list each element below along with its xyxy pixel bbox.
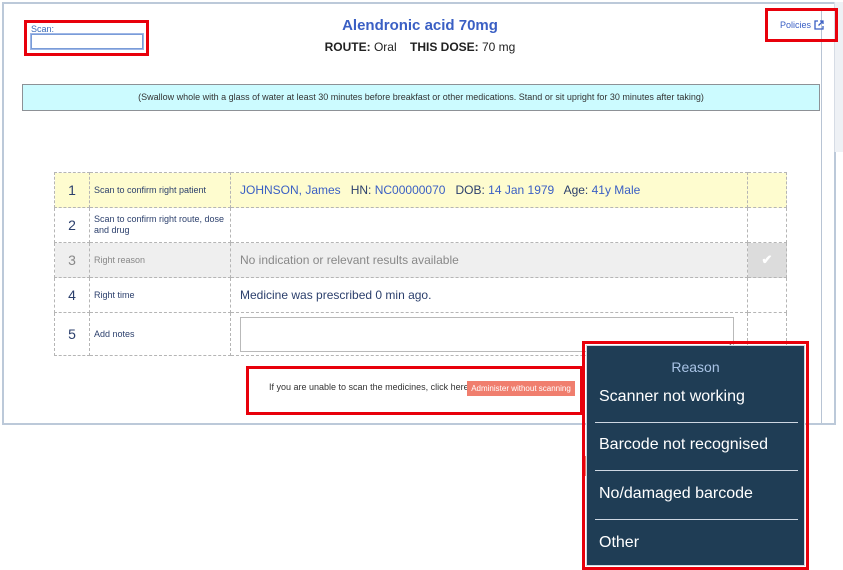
row-number: 2 (54, 207, 90, 243)
row-number: 3 (54, 242, 90, 278)
external-link-icon (814, 20, 824, 32)
row-value: Medicine was prescribed 0 min ago. (230, 277, 748, 313)
reason-option-scanner-not-working[interactable]: Scanner not working (599, 388, 789, 406)
checklist-row-reason: 3 Right reason No indication or relevant… (54, 242, 787, 278)
reason-option-barcode-not-recognised[interactable]: Barcode not recognised (599, 436, 789, 454)
row-check-cell[interactable] (747, 207, 787, 243)
row-label: Scan to confirm right route, dose and dr… (89, 207, 231, 243)
route-value: Oral (373, 40, 397, 54)
popup-divider (595, 470, 798, 471)
patient-details: JOHNSON, James HN: NC00000070 DOB: 14 Ja… (230, 172, 748, 208)
row-label: Add notes (89, 312, 231, 356)
reason-popup-title: Reason (671, 359, 720, 375)
scan-label: Scan: (31, 24, 55, 34)
row-value: No indication or relevant results availa… (230, 242, 748, 278)
dialog-divider (821, 8, 822, 423)
patient-name: JOHNSON, James (240, 183, 341, 197)
checkmark-icon: ✔ (761, 252, 773, 267)
row-check-cell[interactable]: ✔ (747, 242, 787, 278)
reason-popup: Reason Scanner not working Barcode not r… (586, 345, 805, 566)
age-value: 41y Male (591, 183, 641, 197)
row-number: 1 (54, 172, 90, 208)
popup-divider (595, 519, 798, 520)
checklist-row-time: 4 Right time Medicine was prescribed 0 m… (54, 277, 787, 313)
reason-option-no-damaged-barcode[interactable]: No/damaged barcode (599, 485, 789, 503)
checklist-row-patient: 1 Scan to confirm right patient JOHNSON,… (54, 172, 787, 208)
scan-input[interactable] (30, 33, 144, 50)
medication-title: Alendronic acid 70mg (342, 17, 498, 34)
unable-scan-text: If you are unable to scan the medicines,… (269, 382, 469, 392)
row-check-cell[interactable] (747, 277, 787, 313)
row-label: Right reason (89, 242, 231, 278)
checklist-table: 1 Scan to confirm right patient JOHNSON,… (54, 172, 787, 356)
row-number: 4 (54, 277, 90, 313)
hn-value: NC00000070 (374, 183, 446, 197)
policies-link[interactable]: Policies (780, 20, 824, 32)
dose-value: 70 mg (482, 40, 516, 54)
instruction-banner: (Swallow whole with a glass of water at … (22, 84, 820, 111)
reason-option-other[interactable]: Other (599, 534, 789, 552)
administer-without-scanning-button[interactable]: Administer without scanning (467, 381, 575, 396)
route-dose-line: ROUTE: Oral THIS DOSE: 70 mg (250, 40, 590, 54)
dob-label: DOB: (455, 183, 485, 197)
policies-label: Policies (780, 20, 812, 30)
popup-divider (595, 422, 798, 423)
row-value (230, 207, 748, 243)
checklist-row-route-dose: 2 Scan to confirm right route, dose and … (54, 207, 787, 243)
dose-label: THIS DOSE: (409, 40, 479, 54)
dob-value: 14 Jan 1979 (488, 183, 555, 197)
route-label: ROUTE: (324, 40, 371, 54)
age-label: Age: (563, 183, 589, 197)
row-check-cell[interactable] (747, 172, 787, 208)
hn-label: HN: (350, 183, 372, 197)
row-number: 5 (54, 312, 90, 356)
row-label: Scan to confirm right patient (89, 172, 231, 208)
row-label: Right time (89, 277, 231, 313)
